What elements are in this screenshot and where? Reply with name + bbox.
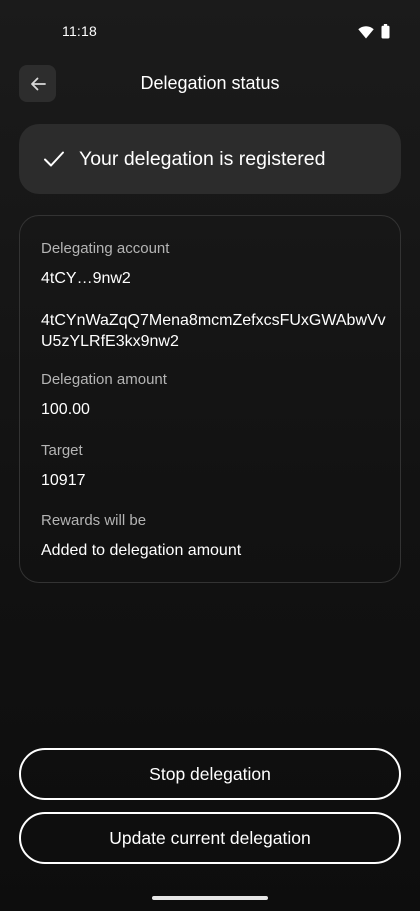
registered-banner: Your delegation is registered (19, 124, 401, 194)
delegating-account-full: 4tCYnWaZqQ7Mena8mcmZefxcsFUxGWAbwVvU5zYL… (41, 312, 386, 350)
checkmark-icon (44, 151, 64, 167)
banner-text: Your delegation is registered (79, 148, 326, 170)
rewards-value: Added to delegation amount (41, 542, 242, 559)
page-title: Delegation status (140, 73, 280, 93)
delegating-account-short: 4tCY…9nw2 (41, 270, 131, 287)
battery-icon (381, 24, 390, 39)
delegating-account-label: Delegating account (41, 240, 170, 257)
rewards-label: Rewards will be (41, 512, 147, 529)
wifi-icon (358, 26, 374, 39)
delegation-amount-label: Delegation amount (41, 371, 167, 388)
home-indicator[interactable] (152, 896, 268, 900)
target-value: 10917 (41, 472, 86, 489)
target-label: Target (41, 442, 83, 459)
stop-delegation-button[interactable]: Stop delegation (19, 748, 401, 800)
update-delegation-button[interactable]: Update current delegation (19, 812, 401, 864)
status-bar: 11:18 (0, 0, 420, 64)
status-time: 11:18 (62, 23, 97, 39)
delegation-amount-value: 100.00 (41, 401, 90, 418)
